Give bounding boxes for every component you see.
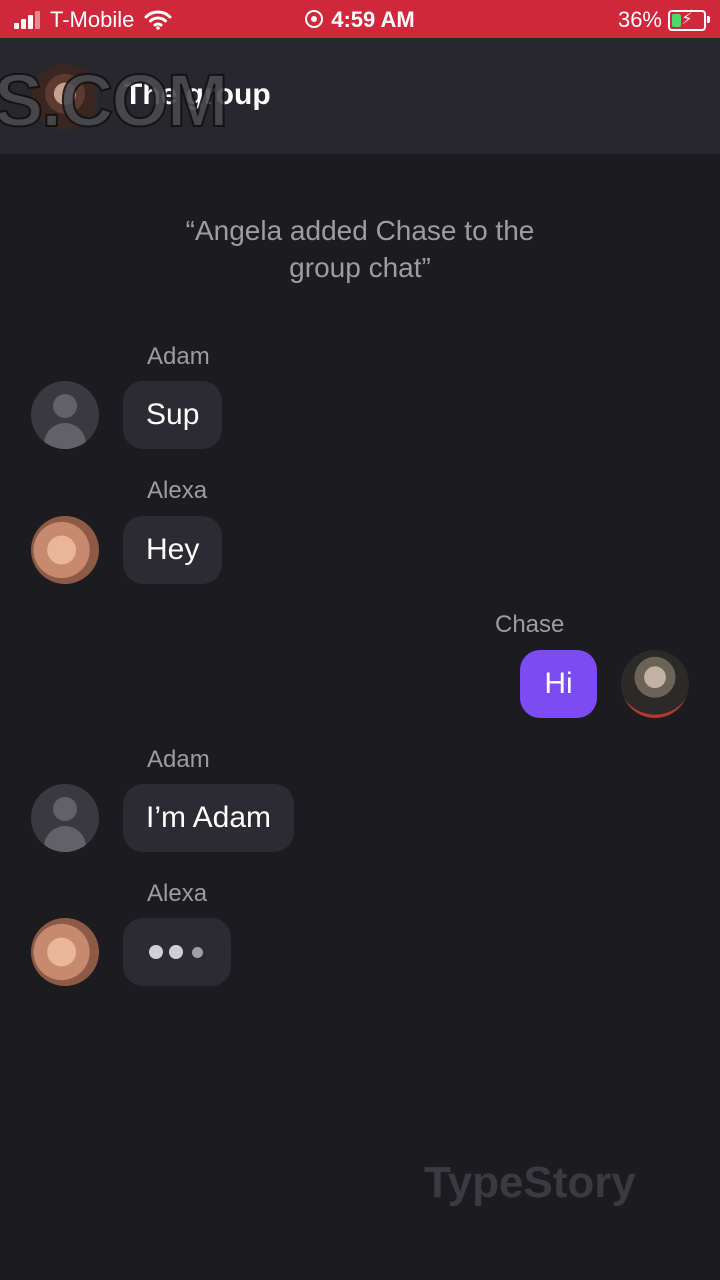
sender-name: Alexa bbox=[147, 880, 208, 907]
avatar[interactable] bbox=[31, 784, 99, 852]
sender-name: Adam bbox=[147, 746, 210, 773]
status-bar: T-Mobile 4:59 AM 36% ⚡ bbox=[0, 0, 720, 38]
chat-screen: T-Mobile 4:59 AM 36% ⚡ The group S.COM “… bbox=[0, 0, 720, 1280]
message-bubble[interactable]: Hey bbox=[123, 516, 223, 584]
watermark-top: S.COM bbox=[0, 58, 230, 143]
avatar[interactable] bbox=[31, 381, 99, 449]
avatar[interactable] bbox=[31, 516, 99, 584]
sender-name: Chase bbox=[495, 611, 565, 638]
sender-name: Alexa bbox=[147, 477, 208, 504]
typing-dot bbox=[169, 945, 183, 959]
message-bubble[interactable]: I’m Adam bbox=[123, 784, 295, 852]
status-time: 4:59 AM bbox=[0, 7, 720, 33]
avatar[interactable] bbox=[621, 650, 689, 718]
typing-dot bbox=[149, 945, 163, 959]
sender-name: Adam bbox=[147, 343, 210, 370]
typing-indicator bbox=[123, 918, 231, 986]
status-right: 36% ⚡ bbox=[617, 7, 710, 33]
avatar[interactable] bbox=[31, 918, 99, 986]
system-message: “Angela added Chase to the group chat” bbox=[185, 215, 535, 283]
battery-icon: ⚡ bbox=[668, 9, 710, 31]
battery-percent: 36% bbox=[617, 7, 662, 32]
time-label: 4:59 AM bbox=[331, 7, 415, 32]
message-bubble-outgoing[interactable]: Hi bbox=[520, 650, 597, 718]
charging-bolt-icon: ⚡ bbox=[681, 10, 693, 28]
watermark-bottom: TypeStory bbox=[424, 1158, 636, 1207]
typing-dot bbox=[192, 947, 203, 958]
chat-header: The group S.COM bbox=[0, 38, 720, 154]
message-bubble[interactable]: Sup bbox=[123, 381, 223, 449]
alarm-icon bbox=[305, 10, 324, 28]
